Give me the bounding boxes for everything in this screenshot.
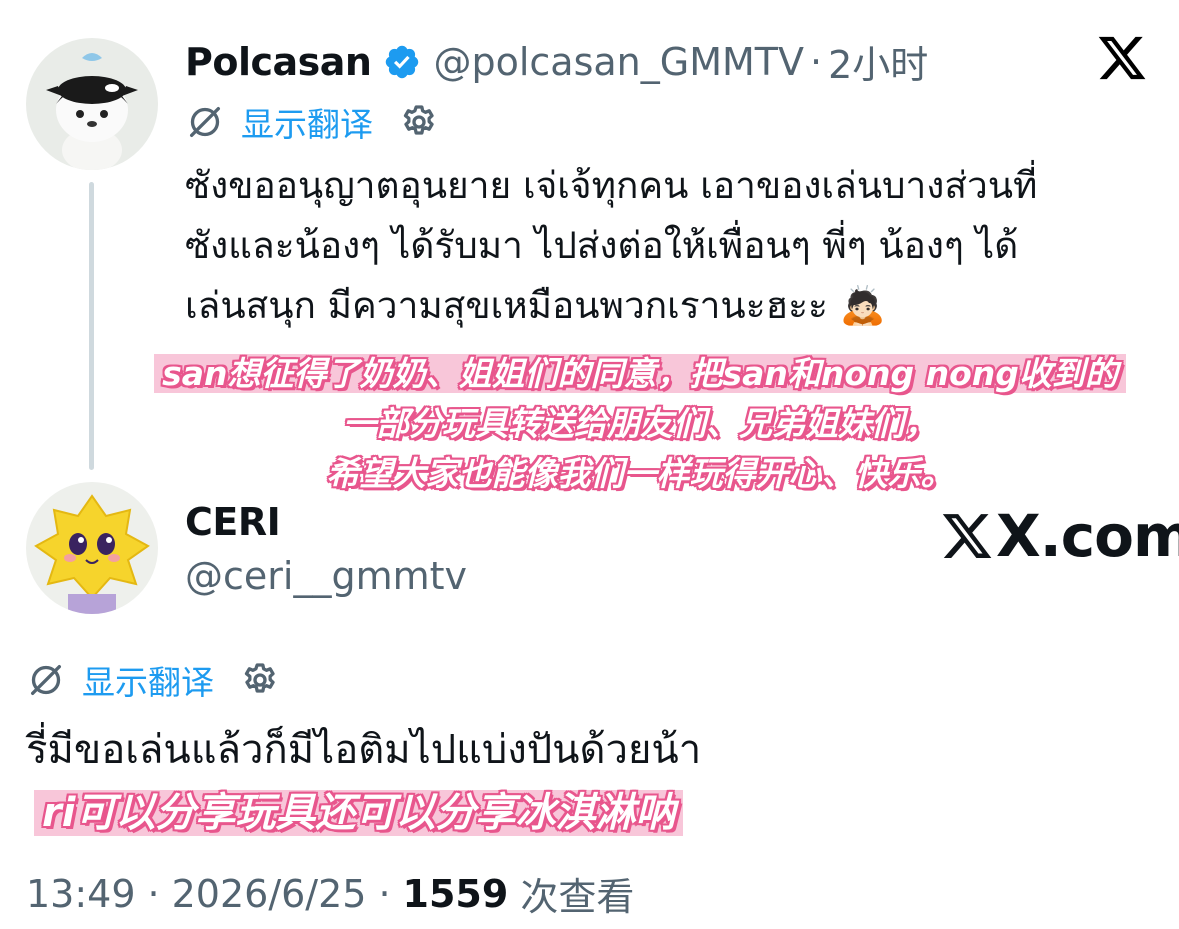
avatar-ceri[interactable] — [26, 482, 158, 614]
post-text: ซังขออนุญาตอุนยาย เจ่เจ้ทุกคน เอาของเล่น… — [185, 164, 1038, 327]
post-meta-footer: 13:49 · 2026/6/25 · 1559 次查看 — [26, 866, 634, 921]
source-watermark: X.com — [940, 502, 1179, 570]
ceri-avatar-image — [26, 482, 158, 614]
translate-row-1: 显示翻译 — [185, 98, 439, 146]
translate-icon — [190, 107, 220, 137]
reply-author-handle[interactable]: @ceri__gmmtv — [185, 554, 467, 598]
thread-connector-line — [89, 182, 94, 470]
header-separator: · — [809, 39, 823, 84]
post-time[interactable]: 13:49 — [26, 872, 136, 916]
subtitle-line-2: 一部分玩具转送给朋友们、兄弟姐妹们， — [343, 404, 937, 443]
subtitle-line-3: 希望大家也能像我们一样玩得开心、快乐。 — [326, 454, 954, 493]
post-header: Polcasan @polcasan_GMMTV · 2小时 — [185, 34, 928, 89]
translate-icon — [30, 665, 61, 695]
gear-icon[interactable] — [399, 102, 439, 142]
meta-separator: · — [147, 871, 160, 916]
post-time-ago[interactable]: 2小时 — [828, 34, 928, 89]
x-logo-icon[interactable] — [1096, 32, 1148, 84]
views-label: 次查看 — [520, 875, 635, 919]
subtitle-overlay-1: san想征得了奶奶、姐姐们的同意，把san和nong nong收到的 一部分玩具… — [140, 353, 1140, 495]
views-count: 1559 — [402, 871, 509, 916]
translate-row-2: 显示翻译 — [26, 656, 280, 704]
avatar-polcasan[interactable] — [26, 38, 158, 170]
x-logo-icon — [942, 514, 992, 558]
author-handle[interactable]: @polcasan_GMMTV — [433, 40, 804, 84]
show-translation-link[interactable]: 显示翻译 — [241, 98, 373, 146]
show-translation-link[interactable]: 显示翻译 — [82, 656, 214, 704]
polcasan-avatar-image — [26, 38, 158, 170]
gear-icon[interactable] — [240, 660, 280, 700]
reply-author-name[interactable]: CERI — [185, 500, 467, 544]
meta-separator: · — [378, 871, 391, 916]
subtitle-overlay-2: ri可以分享玩具还可以分享冰淇淋呐 — [34, 790, 684, 836]
verified-badge-icon — [386, 45, 419, 78]
post-date[interactable]: 2026/6/25 — [172, 872, 367, 916]
reply-subtitle: ri可以分享玩具还可以分享冰淇淋呐 — [34, 790, 684, 836]
reply-header: CERI @ceri__gmmtv — [185, 500, 467, 598]
author-name[interactable]: Polcasan — [185, 40, 372, 84]
subtitle-line-1: san想征得了奶奶、姐姐们的同意，把san和nong nong收到的 — [140, 353, 1140, 395]
reply-text: รี่มีขอเล่นแล้วก็มีไอติมไปแบ่งปันด้วยน้า — [26, 727, 702, 773]
